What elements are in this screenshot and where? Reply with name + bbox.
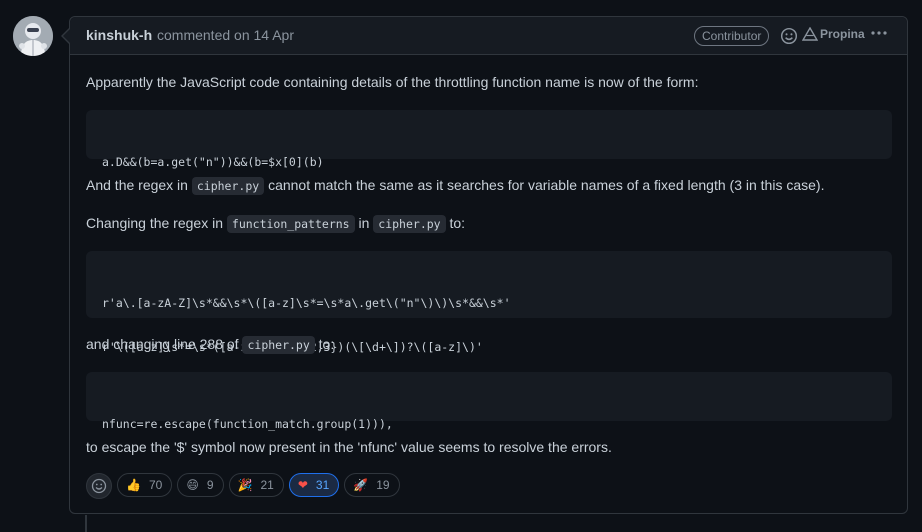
heart-icon: ❤ [297, 478, 308, 492]
code-block-3: nfunc=re.escape(function_match.group(1))… [86, 372, 892, 431]
code-line: nfunc=re.escape(function_match.group(1))… [102, 417, 393, 431]
reaction-count: 70 [148, 478, 163, 492]
code-line: r'a\.[a-zA-Z]\s*&&\s*\([a-z]\s*=\s*a\.ge… [102, 296, 511, 310]
reaction-thumbs-up[interactable]: 👍 70 [117, 473, 173, 497]
propina-label: Propina [820, 27, 865, 41]
robot-avatar-icon [13, 16, 53, 56]
timeline-line [85, 515, 87, 532]
text: And the regex in [86, 177, 188, 193]
inline-code: cipher.py [373, 215, 446, 233]
thumbs-up-icon: 👍 [126, 478, 141, 492]
code-block-1: a.D&&(b=a.get("n"))&&(b=$x[0](b) [86, 110, 892, 169]
paragraph-1: Apparently the JavaScript code containin… [86, 74, 699, 90]
text: cannot match the same as it searches for… [268, 177, 825, 193]
propina-button[interactable]: Propina [802, 27, 865, 41]
rocket-icon: 🚀 [353, 478, 369, 492]
laugh-icon: 😄 [186, 478, 199, 492]
add-reaction-button[interactable] [86, 473, 112, 499]
action-text: commented on [157, 27, 250, 43]
text: in [358, 215, 370, 231]
reaction-laugh[interactable]: 😄 9 [177, 473, 224, 497]
reaction-count: 9 [206, 478, 214, 492]
code-block-2: r'a\.[a-zA-Z]\s*&&\s*\([a-z]\s*=\s*a\.ge… [86, 251, 892, 354]
inline-code: cipher.py [191, 177, 265, 195]
inline-code: function_patterns [226, 215, 355, 233]
text: to: [318, 336, 335, 352]
text: Changing the regex in [86, 215, 223, 231]
text: and changing line 288 of [86, 336, 239, 352]
contributor-badge: Contributor [694, 26, 770, 46]
kebab-horizontal-icon[interactable] [870, 24, 890, 42]
code-line: a.D&&(b=a.get("n"))&&(b=$x[0](b) [102, 155, 324, 169]
comment-box: kinshuk-h commented on 14 Apr Contributo… [69, 16, 908, 514]
paragraph-3: Changing the regex in function_patterns … [86, 213, 465, 234]
inline-code: cipher.py [242, 336, 315, 354]
avatar[interactable] [13, 16, 53, 56]
add-reaction-icon[interactable] [780, 27, 798, 45]
reaction-count: 21 [260, 478, 274, 492]
comment-date-link[interactable]: 14 Apr [254, 27, 294, 43]
paragraph-4: and changing line 288 of cipher.py to: [86, 334, 334, 355]
propina-icon [802, 27, 818, 41]
comment-meta: commented on 14 Apr [157, 27, 294, 43]
hooray-icon: 🎉 [237, 478, 253, 492]
reaction-count: 31 [315, 478, 330, 492]
reaction-hooray[interactable]: 🎉 21 [228, 473, 284, 497]
comment-arrow-fill [63, 29, 70, 43]
paragraph-2: And the regex in cipher.py cannot match … [86, 175, 824, 196]
text: to: [449, 215, 466, 231]
reaction-heart[interactable]: ❤ 31 [288, 473, 340, 497]
reactions-bar: 👍 70 😄 9 🎉 21 ❤ 31 🚀 19 [86, 473, 400, 499]
smiley-icon [91, 478, 107, 494]
author-link[interactable]: kinshuk-h [86, 27, 152, 43]
reaction-rocket[interactable]: 🚀 19 [344, 473, 400, 497]
paragraph-5: to escape the '$' symbol now present in … [86, 439, 612, 455]
comment-header: kinshuk-h commented on 14 Apr Contributo… [70, 17, 907, 55]
issue-comment-page: kinshuk-h commented on 14 Apr Contributo… [0, 0, 922, 532]
reaction-count: 19 [376, 478, 390, 492]
